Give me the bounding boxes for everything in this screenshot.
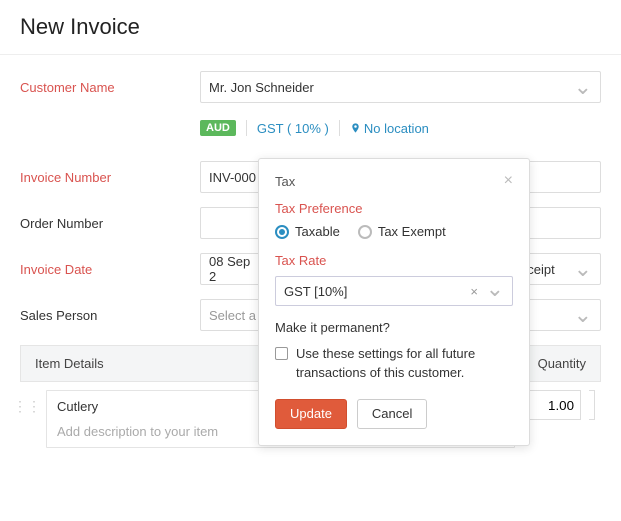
clear-icon[interactable]: ×: [470, 284, 478, 299]
radio-icon: [275, 225, 289, 239]
close-icon[interactable]: ×: [504, 173, 513, 189]
customer-name-select[interactable]: Mr. Jon Schneider ⌄: [200, 71, 601, 103]
tax-rate-select[interactable]: GST [10%] × ⌄: [275, 276, 513, 306]
sales-person-placeholder: Select a: [209, 308, 256, 323]
invoice-number-value: INV-000: [209, 170, 256, 185]
divider: [0, 54, 621, 55]
tax-popover: Tax × Tax Preference Taxable Tax Exempt …: [258, 158, 530, 446]
gst-link[interactable]: GST ( 10% ): [257, 121, 329, 136]
page-title: New Invoice: [0, 0, 621, 54]
radio-icon: [358, 225, 372, 239]
label-sales-person: Sales Person: [20, 308, 200, 323]
divider: [339, 120, 340, 136]
tax-rate-value: GST [10%]: [284, 284, 347, 299]
customer-name-value: Mr. Jon Schneider: [209, 80, 314, 95]
cancel-button[interactable]: Cancel: [357, 399, 427, 429]
checkbox-permanent[interactable]: [275, 347, 288, 360]
label-invoice-number: Invoice Number: [20, 170, 200, 185]
label-tax-preference: Tax Preference: [275, 201, 513, 216]
quantity-input[interactable]: [523, 390, 581, 420]
label-make-permanent: Make it permanent?: [275, 320, 513, 335]
trail-cell: [589, 390, 595, 420]
col-quantity: Quantity: [524, 356, 586, 371]
label-customer-name: Customer Name: [20, 80, 200, 95]
checkbox-permanent-label: Use these settings for all future transa…: [296, 345, 513, 383]
radio-tax-exempt-label: Tax Exempt: [378, 224, 446, 239]
update-button[interactable]: Update: [275, 399, 347, 429]
radio-tax-exempt[interactable]: Tax Exempt: [358, 224, 446, 239]
label-invoice-date: Invoice Date: [20, 262, 200, 277]
invoice-date-value: 08 Sep 2: [209, 254, 261, 284]
currency-badge: AUD: [200, 120, 236, 136]
label-tax-rate: Tax Rate: [275, 253, 513, 268]
label-order-number: Order Number: [20, 216, 200, 231]
location-text: No location: [364, 121, 429, 136]
chevron-down-icon: ⌄: [486, 276, 504, 301]
divider: [246, 120, 247, 136]
map-pin-icon: [350, 121, 360, 135]
radio-taxable-label: Taxable: [295, 224, 340, 239]
drag-handle-icon[interactable]: ⋮⋮: [20, 390, 34, 415]
location-link[interactable]: No location: [350, 121, 429, 136]
popover-title: Tax: [275, 174, 295, 189]
radio-taxable[interactable]: Taxable: [275, 224, 340, 239]
